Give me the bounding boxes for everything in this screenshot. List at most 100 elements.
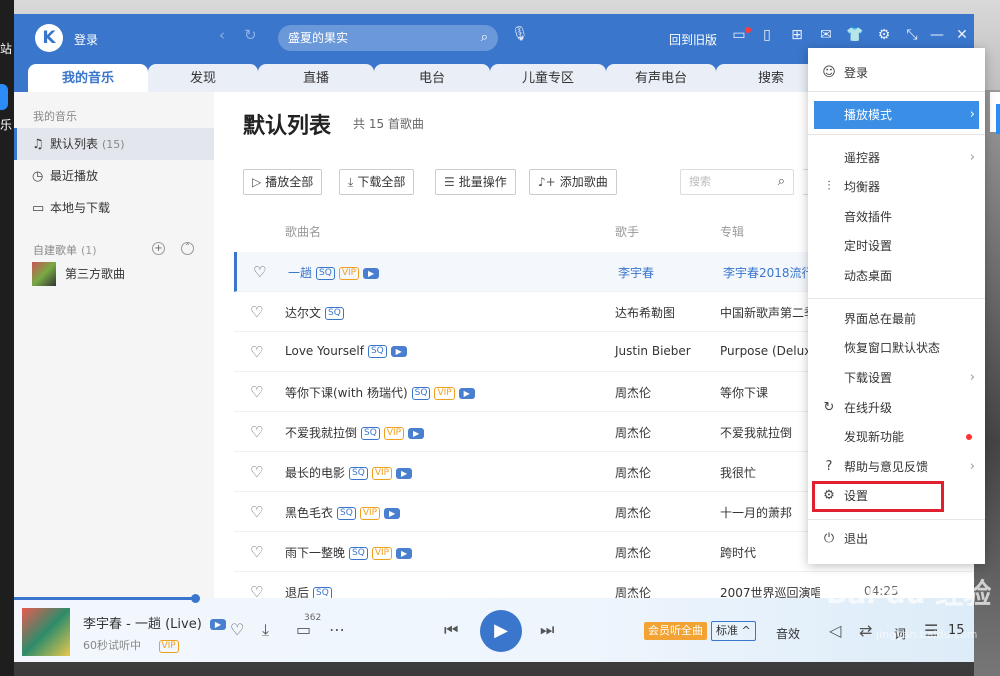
search-icon[interactable]: ⌕ <box>481 25 488 51</box>
song-album[interactable]: 十一月的萧邦 <box>720 504 820 521</box>
download-icon[interactable]: ⤓ <box>262 620 269 640</box>
mv-icon[interactable]: ▶ <box>408 428 425 439</box>
tab-radio[interactable]: 电台 <box>374 64 490 94</box>
refresh-icon[interactable]: ↻ <box>244 26 257 44</box>
close-icon[interactable]: ✕ <box>953 27 971 43</box>
mini-mode-icon[interactable]: ⤡ <box>903 27 921 43</box>
tab-my-music[interactable]: 我的音乐 <box>28 64 148 94</box>
heart-icon[interactable]: ♡ <box>250 423 263 441</box>
song-singer[interactable]: 周杰伦 <box>615 384 651 401</box>
progress-bar[interactable] <box>14 597 196 600</box>
list-search-input[interactable]: 搜索 ⌕ <box>680 169 794 195</box>
heart-icon[interactable]: ♡ <box>253 263 266 281</box>
song-name[interactable]: 黑色毛衣 SQ VIP ▶ <box>285 504 401 521</box>
quality-selector[interactable]: 标准 ^ <box>711 621 756 641</box>
sidebar-item-recent[interactable]: ◷ 最近播放 <box>14 160 214 192</box>
menu-item-remote[interactable]: 遥控器 › <box>808 144 985 172</box>
song-singer[interactable]: 李宇春 <box>618 264 654 281</box>
heart-icon[interactable]: ♡ <box>230 620 244 639</box>
play-all-button[interactable]: ▷ 播放全部 <box>243 169 323 195</box>
song-singer[interactable]: Justin Bieber <box>615 344 691 358</box>
search-input[interactable]: 盛夏的果实 ⌕ <box>278 25 498 51</box>
phone-icon[interactable]: ▯ <box>758 27 776 43</box>
mv-icon[interactable]: ▶ <box>209 619 226 630</box>
mv-icon[interactable]: ▶ <box>384 508 401 519</box>
song-name[interactable]: 雨下一整晚 SQ VIP ▶ <box>285 544 413 561</box>
song-name[interactable]: 一趟 SQ VIP ▶ <box>288 264 380 281</box>
album-cover[interactable] <box>22 608 70 656</box>
kugou-logo-icon[interactable]: K <box>35 24 63 52</box>
menu-item-restore-window[interactable]: 恢复窗口默认状态 <box>808 334 985 362</box>
song-album[interactable]: Purpose (Deluxe) <box>720 344 820 358</box>
song-singer[interactable]: 达布希勒图 <box>615 304 675 321</box>
menu-item-play-mode[interactable]: 播放模式 › <box>814 101 979 129</box>
song-name[interactable]: 达尔文 SQ <box>285 304 344 321</box>
next-icon[interactable]: ⏭ <box>540 620 554 640</box>
sidebar-item-third-party[interactable]: 第三方歌曲 <box>14 258 214 290</box>
collapse-icon[interactable]: ˆ <box>181 242 194 255</box>
tab-kids[interactable]: 儿童专区 <box>490 64 606 94</box>
song-name[interactable]: 不爱我就拉倒 SQ VIP ▶ <box>285 424 425 441</box>
menu-item-timer[interactable]: 定时设置 <box>808 232 985 260</box>
minimize-icon[interactable]: — <box>928 27 946 43</box>
search-icon[interactable]: ⌕ <box>778 170 785 194</box>
menu-item-login[interactable]: ☺ 登录 <box>808 59 985 87</box>
microphone-icon[interactable]: 🎙 <box>511 26 529 42</box>
mv-icon[interactable]: ▶ <box>396 468 413 479</box>
back-arrow-icon[interactable]: ‹ <box>219 26 225 44</box>
song-album[interactable]: 我很忙 <box>720 464 820 481</box>
play-button[interactable]: ▶ <box>480 610 522 652</box>
song-album[interactable]: 中国新歌声第二季 <box>720 304 820 321</box>
heart-icon[interactable]: ♡ <box>250 383 263 401</box>
batch-operation-button[interactable]: ☰ 批量操作 <box>435 169 516 195</box>
download-all-button[interactable]: ⤓ 下载全部 <box>339 169 415 195</box>
apps-grid-icon[interactable]: ⊞ <box>788 27 806 43</box>
tab-discover[interactable]: 发现 <box>148 64 258 94</box>
song-album[interactable]: 跨时代 <box>720 544 820 561</box>
song-name[interactable]: 最长的电影 SQ VIP ▶ <box>285 464 413 481</box>
play-mode-icon[interactable]: ⇄ <box>859 621 872 640</box>
tab-audiobook[interactable]: 有声电台 <box>606 64 716 94</box>
heart-icon[interactable]: ♡ <box>250 463 263 481</box>
vip-badge[interactable]: VIP <box>158 639 179 653</box>
add-playlist-icon[interactable]: + <box>152 242 165 255</box>
sidebar-item-local-download[interactable]: ▭ 本地与下载 <box>14 192 214 224</box>
gear-icon[interactable]: ⚙ <box>875 27 893 43</box>
song-name[interactable]: 等你下课(with 杨瑞代) SQ VIP ▶ <box>285 384 475 401</box>
now-playing-title[interactable]: 李宇春 - 一趟 (Live) ▶ <box>83 613 226 632</box>
menu-item-effect-plugin[interactable]: 音效插件 <box>808 203 985 231</box>
skin-shirt-icon[interactable]: 👕 <box>846 27 864 43</box>
desktop-app-icon[interactable] <box>0 84 8 110</box>
sidebar-item-default-list[interactable]: ♫ 默认列表 (15) <box>14 128 214 160</box>
menu-item-download-settings[interactable]: 下载设置 › <box>808 364 985 392</box>
song-name[interactable]: Love Yourself SQ ▶ <box>285 344 407 358</box>
more-icon[interactable]: ⋯ <box>329 620 345 639</box>
mv-icon[interactable]: ▶ <box>390 346 407 357</box>
mv-icon[interactable]: ▶ <box>363 268 380 279</box>
mail-icon[interactable]: ✉ <box>817 27 835 43</box>
progress-handle[interactable] <box>191 594 200 603</box>
login-link[interactable]: 登录 <box>74 31 98 48</box>
tab-live[interactable]: 直播 <box>258 64 374 94</box>
mv-icon[interactable]: ▶ <box>396 548 413 559</box>
heart-icon[interactable]: ♡ <box>250 503 263 521</box>
menu-item-exit[interactable]: ⏻ 退出 <box>808 525 985 553</box>
menu-item-online-upgrade[interactable]: ↻ 在线升级 <box>808 394 985 422</box>
menu-item-new-features[interactable]: 发现新功能 <box>808 423 985 451</box>
mv-icon[interactable]: ▶ <box>458 388 475 399</box>
heart-icon[interactable]: ♡ <box>250 343 263 361</box>
menu-item-equalizer[interactable]: ⫶ 均衡器 <box>808 173 985 201</box>
song-singer[interactable]: 周杰伦 <box>615 424 651 441</box>
menu-item-dynamic-desktop[interactable]: 动态桌面 <box>808 262 985 290</box>
song-singer[interactable]: 周杰伦 <box>615 544 651 561</box>
song-singer[interactable]: 周杰伦 <box>615 464 651 481</box>
menu-item-help-feedback[interactable]: ? 帮助与意见反馈 › <box>808 453 985 481</box>
song-album[interactable]: 等你下课 <box>720 384 820 401</box>
previous-icon[interactable]: ⏮ <box>444 620 458 640</box>
menu-item-always-on-top[interactable]: 界面总在最前 <box>808 305 985 333</box>
back-to-old-version-link[interactable]: 回到旧版 <box>669 31 717 48</box>
sound-effect-button[interactable]: 音效 <box>776 625 800 642</box>
song-singer[interactable]: 周杰伦 <box>615 504 651 521</box>
heart-icon[interactable]: ♡ <box>250 303 263 321</box>
add-song-button[interactable]: ♪+ 添加歌曲 <box>529 169 617 195</box>
